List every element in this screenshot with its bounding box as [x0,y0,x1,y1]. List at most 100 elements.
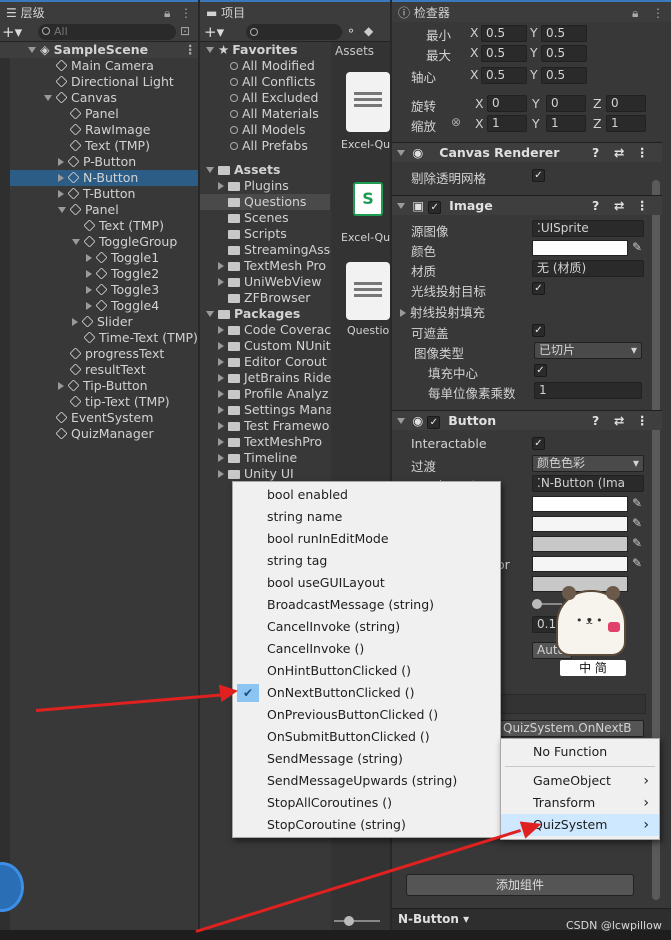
add-icon[interactable]: +▾ [204,23,224,41]
lock-icon[interactable]: 🔒︎ [632,2,638,24]
eyedropper-icon[interactable]: ✎ [632,496,642,510]
package-folder[interactable]: Unity UI [200,466,330,482]
hierarchy-item[interactable]: ToggleGroup [0,234,198,250]
method-menu-item[interactable]: bool useGUILayout [233,572,500,594]
footer-object-dropdown[interactable]: N-Button ▾ [398,912,469,926]
fold-icon[interactable] [397,418,405,424]
collapse-icon[interactable] [86,270,92,278]
eyedropper-icon[interactable]: ✎ [632,240,642,254]
hierarchy-item[interactable]: tip-Text (TMP) [0,394,198,410]
collapse-icon[interactable] [218,326,224,334]
hierarchy-item[interactable]: Text (TMP) [0,218,198,234]
hierarchy-item[interactable]: Slider [0,314,198,330]
eyedropper-icon[interactable]: ✎ [632,516,642,530]
collapse-icon[interactable] [218,438,224,446]
hierarchy-item[interactable]: Toggle2 [0,266,198,282]
favorite-item[interactable]: All Models [200,122,330,138]
normal-color-swatch[interactable] [532,496,628,512]
asset-folder[interactable]: Scripts [200,226,330,242]
asset-folder[interactable]: TextMesh Pro [200,258,330,274]
method-menu-item[interactable]: BroadcastMessage (string) [233,594,500,616]
collapse-icon[interactable] [58,158,64,166]
method-menu-item[interactable]: bool runInEditMode [233,528,500,550]
package-folder[interactable]: Settings Mana [200,402,333,418]
method-menu-item[interactable]: string name [233,506,500,528]
asset-folder[interactable]: ZFBrowser [200,290,330,306]
package-folder[interactable]: Test Framewo [200,418,330,434]
filter-icon[interactable]: ⊡ [180,24,190,38]
hierarchy-item[interactable]: Toggle3 [0,282,198,298]
rotation-x-field[interactable]: 0 [487,95,527,112]
filter-by-label-icon[interactable]: ◆ [364,24,373,38]
method-menu-item[interactable]: string tag [233,550,500,572]
favorites-header[interactable]: ★ Favorites [200,42,330,58]
package-folder[interactable]: JetBrains Ride [200,370,331,386]
target-graphic-field[interactable]: ⁚N-Button (Ima [532,475,644,492]
fold-icon[interactable] [397,150,405,156]
collapse-icon[interactable] [218,342,224,350]
anchor-min-y-field[interactable]: 0.5 [541,25,587,42]
hierarchy-item[interactable]: T-Button [0,186,198,202]
collapse-icon[interactable] [218,374,224,382]
hierarchy-item[interactable]: Panel [0,202,198,218]
transition-dropdown[interactable]: 颜色色彩 ▾ [532,455,644,472]
fold-icon[interactable] [397,203,405,209]
button-header[interactable]: ◉ ✓ Button ? ⇄ ⋮ [392,410,662,430]
asset-folder[interactable]: Questions [200,194,330,210]
collapse-icon[interactable] [72,318,78,326]
collapse-icon[interactable] [58,190,64,198]
source-image-field[interactable]: ⁚UISprite [532,220,644,237]
hierarchy-item[interactable]: Time-Text (TMP) [0,330,198,346]
filter-by-type-icon[interactable]: ⚬ [346,24,356,38]
eyedropper-icon[interactable]: ✎ [632,556,642,570]
expand-icon[interactable] [206,167,214,173]
method-menu-item[interactable]: StopCoroutine (string) [233,814,500,836]
package-folder[interactable]: Profile Analyz [200,386,330,402]
excel-icon[interactable]: S [353,182,383,216]
package-folder[interactable]: Custom NUnit [200,338,331,354]
asset-folder[interactable]: UniWebView [200,274,330,290]
search-input[interactable]: All [38,24,176,40]
highlighted-color-swatch[interactable] [532,516,628,532]
preset-icon[interactable]: ⇄ [614,196,624,216]
favorite-item[interactable]: All Modified [200,58,330,74]
material-field[interactable]: 无 (材质) [532,260,644,277]
maskable-checkbox[interactable]: ✓ [532,324,545,337]
help-icon[interactable]: ? [592,411,599,431]
collapse-icon[interactable] [218,390,224,398]
slider-handle[interactable] [344,916,354,926]
image-type-dropdown[interactable]: 已切片 ▾ [534,342,642,359]
hierarchy-item[interactable]: QuizManager [0,426,198,442]
favorite-item[interactable]: All Conflicts [200,74,330,90]
method-menu-item[interactable]: StopAllCoroutines () [233,792,500,814]
asset-folder[interactable]: Plugins [200,178,330,194]
collapse-icon[interactable] [86,302,92,310]
hierarchy-item[interactable]: Text (TMP) [0,138,198,154]
hierarchy-item[interactable]: resultText [0,362,198,378]
method-menu-item[interactable]: OnSubmitButtonClicked () [233,726,500,748]
breadcrumb[interactable]: Assets [335,44,374,58]
ppu-field[interactable]: 1 [534,382,642,399]
method-menu-item[interactable]: CancelInvoke (string) [233,616,500,638]
favorite-item[interactable]: All Prefabs [200,138,330,154]
tab-project[interactable]: ▬ 项目 [200,0,390,22]
canvas-renderer-header[interactable]: ◉ Canvas Renderer ? ⇄ ⋮ [392,142,662,162]
scale-y-field[interactable]: 1 [546,115,586,132]
event-method-dropdown[interactable]: QuizSystem.OnNextB [498,720,644,737]
package-folder[interactable]: Timeline [200,450,330,466]
scale-z-field[interactable]: 1 [606,115,646,132]
asset-folder[interactable]: Scenes [200,210,330,226]
add-icon[interactable]: +▾ [2,23,22,41]
raycast-padding-label[interactable]: 射线投射填充 [400,302,485,321]
preset-icon[interactable]: ⇄ [614,143,624,163]
collapse-icon[interactable] [218,422,224,430]
language-badge[interactable]: 中 简 [560,660,626,676]
asset-folder[interactable]: StreamingAsse [200,242,338,258]
expand-icon[interactable] [28,47,36,53]
zoom-slider[interactable] [334,916,380,926]
eyedropper-icon[interactable]: ✎ [632,536,642,550]
expand-icon[interactable] [206,311,214,317]
fill-center-checkbox[interactable]: ✓ [534,364,547,377]
scene-row[interactable]: ◈ SampleScene ⋮ [0,42,198,58]
collapse-icon[interactable] [218,262,224,270]
